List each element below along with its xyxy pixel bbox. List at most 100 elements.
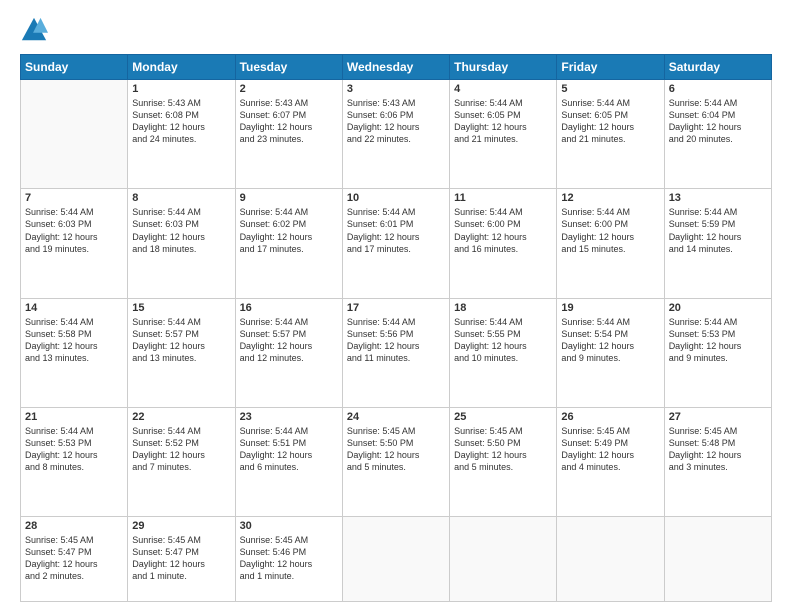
calendar-cell: 11 Sunrise: 5:44 AMSunset: 6:00 PMDaylig… xyxy=(450,189,557,298)
calendar-cell: 18 Sunrise: 5:44 AMSunset: 5:55 PMDaylig… xyxy=(450,298,557,407)
calendar-cell: 9 Sunrise: 5:44 AMSunset: 6:02 PMDayligh… xyxy=(235,189,342,298)
calendar-cell: 13 Sunrise: 5:44 AMSunset: 5:59 PMDaylig… xyxy=(664,189,771,298)
day-info: Sunrise: 5:44 AMSunset: 5:57 PMDaylight:… xyxy=(240,316,338,365)
day-number: 3 xyxy=(347,83,445,95)
calendar-week-3: 14 Sunrise: 5:44 AMSunset: 5:58 PMDaylig… xyxy=(21,298,772,407)
weekday-header-saturday: Saturday xyxy=(664,55,771,80)
day-number: 14 xyxy=(25,302,123,314)
calendar-week-1: 1 Sunrise: 5:43 AMSunset: 6:08 PMDayligh… xyxy=(21,80,772,189)
day-info: Sunrise: 5:44 AMSunset: 5:58 PMDaylight:… xyxy=(25,316,123,365)
calendar-table: SundayMondayTuesdayWednesdayThursdayFrid… xyxy=(20,54,772,602)
day-number: 23 xyxy=(240,411,338,423)
day-number: 26 xyxy=(561,411,659,423)
day-number: 29 xyxy=(132,520,230,532)
day-number: 7 xyxy=(25,192,123,204)
weekday-header-row: SundayMondayTuesdayWednesdayThursdayFrid… xyxy=(21,55,772,80)
calendar-cell: 5 Sunrise: 5:44 AMSunset: 6:05 PMDayligh… xyxy=(557,80,664,189)
day-info: Sunrise: 5:43 AMSunset: 6:07 PMDaylight:… xyxy=(240,97,338,146)
calendar-cell: 3 Sunrise: 5:43 AMSunset: 6:06 PMDayligh… xyxy=(342,80,449,189)
page: SundayMondayTuesdayWednesdayThursdayFrid… xyxy=(0,0,792,612)
calendar-cell: 25 Sunrise: 5:45 AMSunset: 5:50 PMDaylig… xyxy=(450,407,557,516)
calendar-cell: 4 Sunrise: 5:44 AMSunset: 6:05 PMDayligh… xyxy=(450,80,557,189)
day-number: 1 xyxy=(132,83,230,95)
day-number: 11 xyxy=(454,192,552,204)
day-number: 22 xyxy=(132,411,230,423)
day-info: Sunrise: 5:45 AMSunset: 5:47 PMDaylight:… xyxy=(132,534,230,583)
day-number: 15 xyxy=(132,302,230,314)
day-info: Sunrise: 5:44 AMSunset: 5:52 PMDaylight:… xyxy=(132,425,230,474)
calendar-cell: 14 Sunrise: 5:44 AMSunset: 5:58 PMDaylig… xyxy=(21,298,128,407)
day-number: 12 xyxy=(561,192,659,204)
day-info: Sunrise: 5:44 AMSunset: 5:54 PMDaylight:… xyxy=(561,316,659,365)
day-info: Sunrise: 5:44 AMSunset: 6:02 PMDaylight:… xyxy=(240,206,338,255)
weekday-header-sunday: Sunday xyxy=(21,55,128,80)
day-number: 21 xyxy=(25,411,123,423)
calendar-cell: 28 Sunrise: 5:45 AMSunset: 5:47 PMDaylig… xyxy=(21,517,128,602)
calendar-cell: 29 Sunrise: 5:45 AMSunset: 5:47 PMDaylig… xyxy=(128,517,235,602)
calendar-cell: 16 Sunrise: 5:44 AMSunset: 5:57 PMDaylig… xyxy=(235,298,342,407)
calendar-cell: 8 Sunrise: 5:44 AMSunset: 6:03 PMDayligh… xyxy=(128,189,235,298)
calendar-cell: 27 Sunrise: 5:45 AMSunset: 5:48 PMDaylig… xyxy=(664,407,771,516)
calendar-cell: 22 Sunrise: 5:44 AMSunset: 5:52 PMDaylig… xyxy=(128,407,235,516)
day-info: Sunrise: 5:44 AMSunset: 5:53 PMDaylight:… xyxy=(669,316,767,365)
calendar-cell: 21 Sunrise: 5:44 AMSunset: 5:53 PMDaylig… xyxy=(21,407,128,516)
day-info: Sunrise: 5:44 AMSunset: 5:51 PMDaylight:… xyxy=(240,425,338,474)
day-number: 4 xyxy=(454,83,552,95)
day-info: Sunrise: 5:44 AMSunset: 6:05 PMDaylight:… xyxy=(561,97,659,146)
day-info: Sunrise: 5:44 AMSunset: 6:00 PMDaylight:… xyxy=(561,206,659,255)
weekday-header-wednesday: Wednesday xyxy=(342,55,449,80)
day-number: 28 xyxy=(25,520,123,532)
calendar-week-4: 21 Sunrise: 5:44 AMSunset: 5:53 PMDaylig… xyxy=(21,407,772,516)
day-info: Sunrise: 5:45 AMSunset: 5:50 PMDaylight:… xyxy=(347,425,445,474)
day-number: 13 xyxy=(669,192,767,204)
day-info: Sunrise: 5:44 AMSunset: 5:53 PMDaylight:… xyxy=(25,425,123,474)
day-info: Sunrise: 5:45 AMSunset: 5:50 PMDaylight:… xyxy=(454,425,552,474)
weekday-header-monday: Monday xyxy=(128,55,235,80)
day-info: Sunrise: 5:44 AMSunset: 5:59 PMDaylight:… xyxy=(669,206,767,255)
day-number: 19 xyxy=(561,302,659,314)
day-number: 25 xyxy=(454,411,552,423)
calendar-cell: 7 Sunrise: 5:44 AMSunset: 6:03 PMDayligh… xyxy=(21,189,128,298)
calendar-cell: 1 Sunrise: 5:43 AMSunset: 6:08 PMDayligh… xyxy=(128,80,235,189)
calendar-cell xyxy=(664,517,771,602)
calendar-cell: 2 Sunrise: 5:43 AMSunset: 6:07 PMDayligh… xyxy=(235,80,342,189)
calendar-cell: 23 Sunrise: 5:44 AMSunset: 5:51 PMDaylig… xyxy=(235,407,342,516)
calendar-cell: 30 Sunrise: 5:45 AMSunset: 5:46 PMDaylig… xyxy=(235,517,342,602)
day-info: Sunrise: 5:45 AMSunset: 5:48 PMDaylight:… xyxy=(669,425,767,474)
day-info: Sunrise: 5:44 AMSunset: 6:00 PMDaylight:… xyxy=(454,206,552,255)
calendar-cell xyxy=(21,80,128,189)
day-info: Sunrise: 5:44 AMSunset: 6:01 PMDaylight:… xyxy=(347,206,445,255)
day-info: Sunrise: 5:44 AMSunset: 5:57 PMDaylight:… xyxy=(132,316,230,365)
day-number: 20 xyxy=(669,302,767,314)
calendar-cell: 19 Sunrise: 5:44 AMSunset: 5:54 PMDaylig… xyxy=(557,298,664,407)
calendar-cell: 10 Sunrise: 5:44 AMSunset: 6:01 PMDaylig… xyxy=(342,189,449,298)
day-number: 24 xyxy=(347,411,445,423)
day-number: 27 xyxy=(669,411,767,423)
day-info: Sunrise: 5:44 AMSunset: 6:05 PMDaylight:… xyxy=(454,97,552,146)
day-number: 6 xyxy=(669,83,767,95)
calendar-week-2: 7 Sunrise: 5:44 AMSunset: 6:03 PMDayligh… xyxy=(21,189,772,298)
calendar-cell: 26 Sunrise: 5:45 AMSunset: 5:49 PMDaylig… xyxy=(557,407,664,516)
calendar-cell: 12 Sunrise: 5:44 AMSunset: 6:00 PMDaylig… xyxy=(557,189,664,298)
calendar-cell xyxy=(450,517,557,602)
calendar-cell xyxy=(342,517,449,602)
calendar-cell xyxy=(557,517,664,602)
logo-icon xyxy=(20,16,48,44)
logo xyxy=(20,16,52,44)
day-info: Sunrise: 5:44 AMSunset: 6:03 PMDaylight:… xyxy=(132,206,230,255)
calendar-cell: 6 Sunrise: 5:44 AMSunset: 6:04 PMDayligh… xyxy=(664,80,771,189)
calendar-cell: 17 Sunrise: 5:44 AMSunset: 5:56 PMDaylig… xyxy=(342,298,449,407)
day-number: 8 xyxy=(132,192,230,204)
day-info: Sunrise: 5:44 AMSunset: 6:03 PMDaylight:… xyxy=(25,206,123,255)
day-number: 2 xyxy=(240,83,338,95)
calendar-cell: 24 Sunrise: 5:45 AMSunset: 5:50 PMDaylig… xyxy=(342,407,449,516)
day-info: Sunrise: 5:44 AMSunset: 5:56 PMDaylight:… xyxy=(347,316,445,365)
weekday-header-thursday: Thursday xyxy=(450,55,557,80)
calendar-cell: 15 Sunrise: 5:44 AMSunset: 5:57 PMDaylig… xyxy=(128,298,235,407)
day-number: 30 xyxy=(240,520,338,532)
day-number: 10 xyxy=(347,192,445,204)
day-number: 5 xyxy=(561,83,659,95)
calendar-week-5: 28 Sunrise: 5:45 AMSunset: 5:47 PMDaylig… xyxy=(21,517,772,602)
day-info: Sunrise: 5:45 AMSunset: 5:46 PMDaylight:… xyxy=(240,534,338,583)
calendar-cell: 20 Sunrise: 5:44 AMSunset: 5:53 PMDaylig… xyxy=(664,298,771,407)
